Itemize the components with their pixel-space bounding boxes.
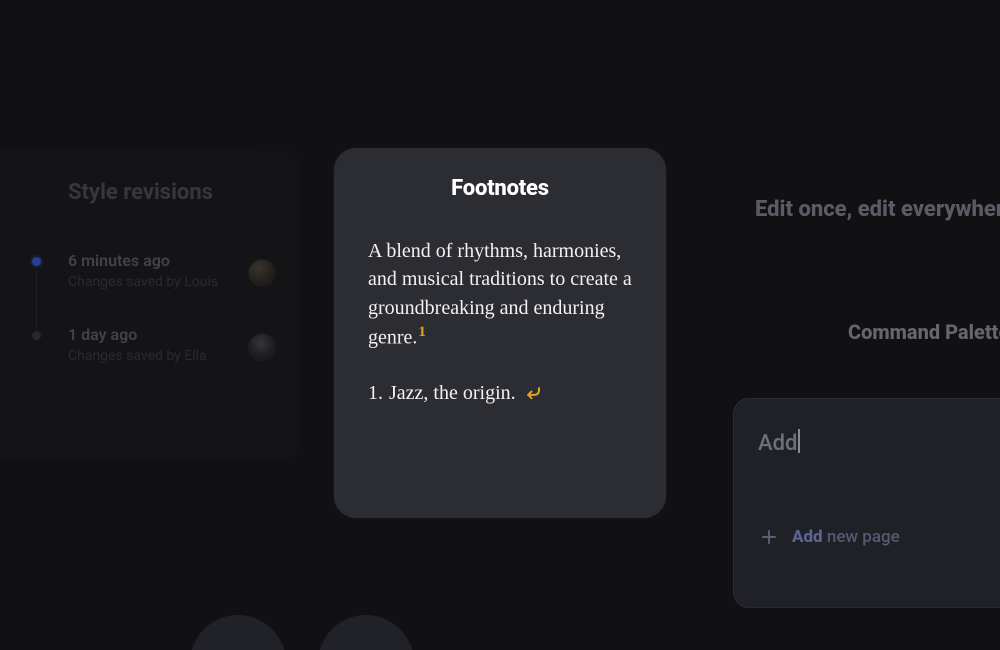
revision-item[interactable]: 1 day ago Changes saved by Ella xyxy=(30,325,280,369)
text-cursor-icon xyxy=(798,429,800,453)
command-suggestion[interactable]: Add new page xyxy=(758,523,1000,551)
avatar xyxy=(248,259,276,287)
command-input[interactable]: Add xyxy=(758,429,1000,465)
decorative-discs xyxy=(190,615,414,650)
timeline-line-icon xyxy=(36,269,37,333)
footnote-number: 1. xyxy=(368,382,383,405)
edit-everywhere-heading: Edit once, edit everywhere xyxy=(755,197,1000,222)
footnote-marker[interactable]: 1 xyxy=(418,324,426,340)
plus-icon xyxy=(760,528,778,546)
footnotes-body-text: A blend of rhythms, harmonies, and music… xyxy=(368,240,632,349)
command-palette-card: Add Add new page xyxy=(733,398,1000,608)
style-revisions-title: Style revisions xyxy=(68,180,280,205)
command-palette-heading: Command Palette xyxy=(848,320,1000,344)
suggestion-match: Add xyxy=(792,527,823,547)
suggestion-rest: new page xyxy=(823,527,900,547)
footnotes-title: Footnotes xyxy=(368,176,632,201)
style-revisions-card: Style revisions 6 minutes ago Changes sa… xyxy=(0,150,300,459)
return-icon[interactable] xyxy=(524,384,544,404)
footnote-text: Jazz, the origin. xyxy=(389,382,516,405)
revision-item[interactable]: 6 minutes ago Changes saved by Louis xyxy=(30,251,280,295)
timeline-dot-icon xyxy=(32,331,41,340)
footnote-entry: 1. Jazz, the origin. xyxy=(368,382,632,405)
avatar xyxy=(248,333,276,361)
timeline-dot-icon xyxy=(32,257,41,266)
footnotes-card: Footnotes A blend of rhythms, harmonies,… xyxy=(334,148,666,518)
footnotes-body: A blend of rhythms, harmonies, and music… xyxy=(368,237,632,352)
command-input-value: Add xyxy=(758,431,797,456)
